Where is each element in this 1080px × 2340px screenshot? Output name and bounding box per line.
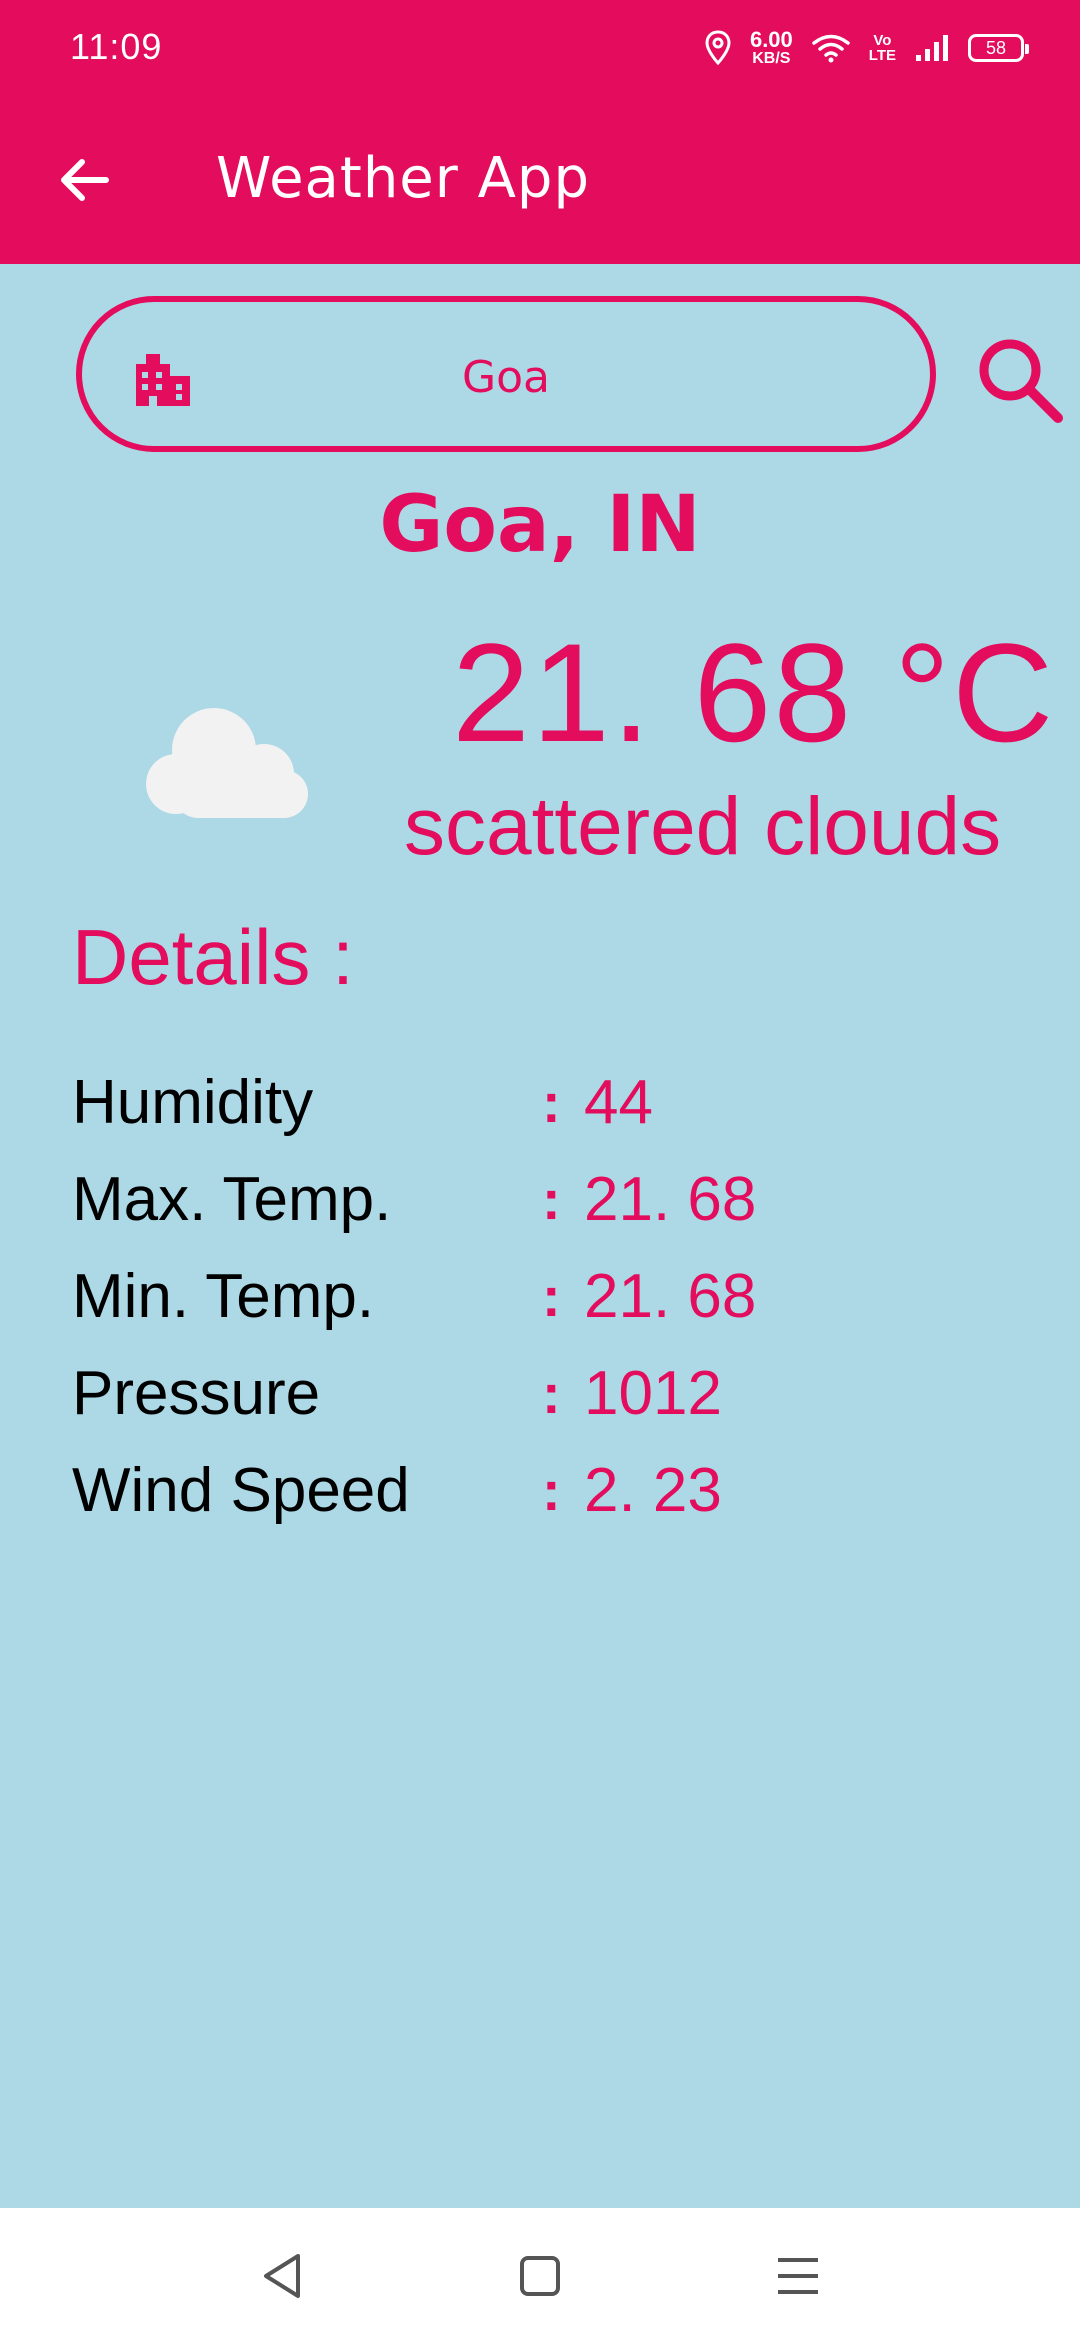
detail-label: Max. Temp. <box>72 1165 392 1234</box>
detail-value: 44 <box>584 1068 653 1137</box>
detail-separator: : <box>542 1168 561 1231</box>
temperature-value: 21. 68 °C <box>452 614 1056 771</box>
system-nav-bar <box>0 2208 1080 2340</box>
weather-description: scattered clouds <box>404 781 1002 872</box>
detail-row-max-temp: Max. Temp. : 21. 68 <box>72 1151 972 1248</box>
details-heading: Details : <box>72 913 354 1001</box>
detail-row-wind-speed: Wind Speed : 2. 23 <box>72 1442 972 1539</box>
cloud-icon <box>146 708 308 818</box>
network-speed: 6.00 KB/S <box>750 29 793 67</box>
signal-icon <box>916 35 948 61</box>
search-input-value[interactable]: Goa <box>82 352 930 403</box>
search-icon[interactable] <box>970 330 1066 426</box>
detail-separator: : <box>542 1459 561 1522</box>
nav-home-icon[interactable] <box>512 2248 568 2304</box>
network-speed-value: 6.00 <box>749 27 793 52</box>
volte-indicator: Vo LTE <box>869 33 896 63</box>
detail-value: 1012 <box>584 1359 722 1428</box>
detail-value: 21. 68 <box>584 1262 757 1331</box>
detail-label: Humidity <box>72 1068 314 1137</box>
location-icon <box>705 30 731 66</box>
app-header: 11:09 6.00 KB/S Vo LTE 58 Weather App <box>0 0 1080 264</box>
battery-level: 58 <box>985 37 1007 58</box>
detail-separator: : <box>542 1071 561 1134</box>
status-time: 11:09 <box>70 26 163 67</box>
detail-row-min-temp: Min. Temp. : 21. 68 <box>72 1248 972 1345</box>
wifi-icon <box>812 34 850 63</box>
volte-top-text: Vo <box>873 32 892 49</box>
detail-label: Wind Speed <box>72 1456 410 1525</box>
detail-separator: : <box>542 1362 561 1425</box>
detail-row-pressure: Pressure : 1012 <box>72 1345 972 1442</box>
detail-value: 21. 68 <box>584 1165 757 1234</box>
nav-menu-icon[interactable] <box>770 2248 826 2304</box>
detail-label: Pressure <box>72 1359 321 1428</box>
nav-back-icon[interactable] <box>254 2248 310 2304</box>
volte-bottom-text: LTE <box>868 47 896 64</box>
battery-indicator: 58 <box>968 34 1029 62</box>
detail-separator: : <box>542 1265 561 1328</box>
location-label: Goa, IN <box>379 480 701 570</box>
back-arrow-icon[interactable] <box>54 150 114 210</box>
city-search-field[interactable]: Goa <box>76 296 936 452</box>
status-icons: 6.00 KB/S Vo LTE 58 <box>704 26 1029 70</box>
detail-label: Min. Temp. <box>72 1262 375 1331</box>
network-speed-unit: KB/S <box>752 50 791 67</box>
details-list: Humidity : 44 Max. Temp. : 21. 68 Min. T… <box>72 1054 972 1539</box>
detail-row-humidity: Humidity : 44 <box>72 1054 972 1151</box>
app-title: Weather App <box>216 146 590 211</box>
detail-value: 2. 23 <box>584 1456 722 1525</box>
